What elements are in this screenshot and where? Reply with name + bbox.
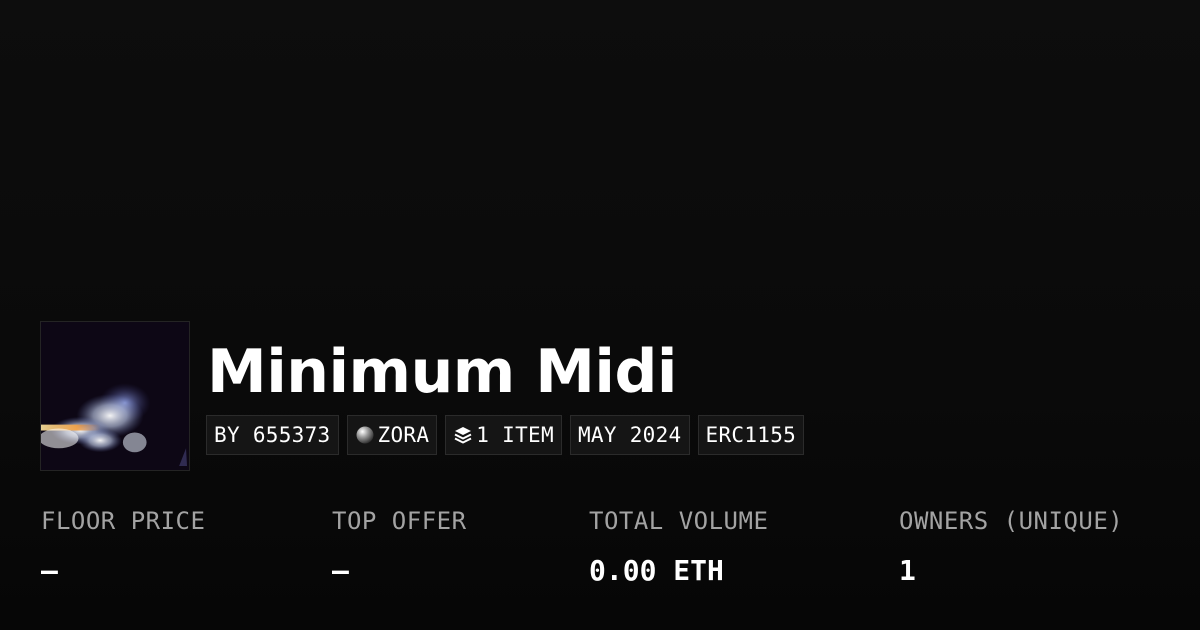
collection-thumbnail: [40, 321, 190, 471]
collection-title: Minimum Midi: [207, 337, 678, 407]
owners-value: 1: [899, 554, 916, 587]
creator-tag[interactable]: BY 655373: [206, 415, 339, 455]
top-offer-stat: TOP OFFER –: [332, 504, 467, 588]
total-volume-label: TOTAL VOLUME: [589, 507, 769, 535]
floor-price-stat: FLOOR PRICE –: [41, 504, 205, 588]
floor-price-value: –: [41, 554, 58, 587]
collection-tags: BY 655373 ZORA 1 ITEM MAY 2024 ERC1155: [206, 415, 805, 455]
owners-label: OWNERS (UNIQUE): [899, 507, 1124, 535]
top-offer-label: TOP OFFER: [332, 507, 467, 535]
total-volume-value: 0.00 ETH: [589, 554, 724, 587]
top-offer-value: –: [332, 554, 349, 587]
zora-orb-icon: [355, 425, 375, 445]
date-tag-label: MAY 2024: [577, 423, 682, 447]
total-volume-stat: TOTAL VOLUME 0.00 ETH: [589, 504, 768, 588]
standard-tag: ERC1155: [697, 415, 805, 455]
item-count-tag[interactable]: 1 ITEM: [445, 415, 562, 455]
item-count-tag-label: 1 ITEM: [476, 423, 554, 447]
owners-stat: OWNERS (UNIQUE) 1: [899, 504, 1123, 588]
floor-price-label: FLOOR PRICE: [41, 507, 206, 535]
network-tag[interactable]: ZORA: [346, 415, 438, 455]
creator-tag-label: BY 655373: [214, 423, 331, 447]
layers-icon: [453, 425, 473, 445]
network-tag-label: ZORA: [377, 423, 430, 447]
standard-tag-label: ERC1155: [705, 423, 797, 447]
date-tag: MAY 2024: [569, 415, 690, 455]
